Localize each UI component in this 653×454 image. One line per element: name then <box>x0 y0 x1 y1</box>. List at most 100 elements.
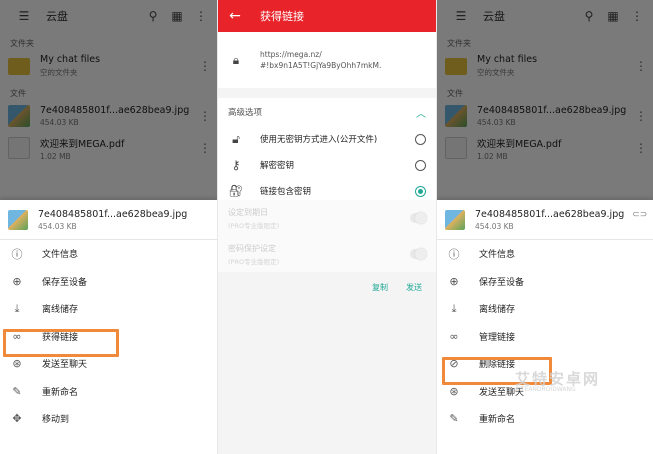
toggle-switch[interactable] <box>410 248 427 260</box>
page-title: 云盘 <box>46 10 68 23</box>
list-item[interactable]: My chat files 空的文件夹 ⋮ <box>0 50 217 82</box>
item-name: 欢迎来到MEGA.pdf <box>40 138 125 150</box>
link-display: 🔒︎ https://mega.nz/ #!bx9n1A5T!GjYa9ByOh… <box>218 32 436 88</box>
download-icon: ⊕ <box>449 274 459 288</box>
item-meta: 1.02 MB <box>477 151 508 161</box>
menu-item-label: 保存至设备 <box>479 277 525 288</box>
copy-button[interactable]: 复制 <box>372 282 388 293</box>
menu-item-manage-link[interactable]: ∞ 管理链接 <box>437 323 653 351</box>
info-icon: ⓘ <box>11 247 23 261</box>
image-thumbnail <box>445 209 465 230</box>
list-item[interactable]: 7e408485801f...ae628bea9.jpg⊂⊃ 454.03 KB… <box>437 100 653 132</box>
menu-item-offline[interactable]: ⤓ 离线储存 <box>0 295 217 323</box>
menu-item-save-to-device[interactable]: ⊕ 保存至设备 <box>0 268 217 296</box>
item-meta: 空的文件夹 <box>477 68 515 77</box>
item-name: 7e408485801f...ae628bea9.jpg⊂⊃ <box>477 105 635 116</box>
more-vert-icon[interactable]: ⋮ <box>629 8 645 24</box>
send-icon: ⊛ <box>449 384 459 398</box>
more-vert-icon[interactable]: ⋮ <box>199 141 211 155</box>
menu-item-info[interactable]: ⓘ 文件信息 <box>0 240 217 268</box>
file-list-background: ☰ 云盘 ⚲ ▦ ⋮ 文件夹 My chat files 空的文件夹 ⋮ 文件 … <box>437 0 653 200</box>
spacer <box>218 88 436 98</box>
sheet-file-name-text: 7e408485801f...ae628bea9.jpg <box>475 208 625 220</box>
item-name: 7e408485801f...ae628bea9.jpg <box>40 105 190 116</box>
list-item[interactable]: 欢迎来到MEGA.pdf 1.02 MB ⋮ <box>437 132 653 164</box>
advanced-options-header[interactable]: 高级选项 ︿ <box>218 98 436 126</box>
radio-button[interactable] <box>415 159 426 171</box>
advanced-options: 高级选项 ︿ 🔓︎ 使用无密钥方式进入(公开文件) ⚷ 解密密钥 🔐︎ 链接包含… <box>218 98 436 208</box>
menu-item-label: 移动到 <box>42 415 70 426</box>
menu-item-save-to-device[interactable]: ⊕ 保存至设备 <box>437 268 653 296</box>
info-icon: ⓘ <box>448 247 460 261</box>
grid-icon[interactable]: ▦ <box>605 8 621 24</box>
top-bar: ☰ 云盘 ⚲ ▦ ⋮ <box>0 0 217 32</box>
sheet-file-size: 454.03 KB <box>38 221 77 231</box>
image-thumbnail <box>8 209 28 230</box>
list-item[interactable]: My chat files 空的文件夹 ⋮ <box>437 50 653 82</box>
menu-icon[interactable]: ☰ <box>16 8 32 24</box>
menu-item-label: 获得链接 <box>42 332 79 343</box>
item-meta: 454.03 KB <box>40 118 79 127</box>
option-label: 使用无密钥方式进入(公开文件) <box>260 135 378 145</box>
unlink-icon: ⊘ <box>449 357 459 371</box>
more-vert-icon[interactable]: ⋮ <box>635 109 647 123</box>
section-folders: 文件夹 <box>10 39 34 48</box>
more-vert-icon[interactable]: ⋮ <box>199 59 211 73</box>
page-title: 云盘 <box>483 10 505 23</box>
menu-item-label: 离线储存 <box>479 305 516 316</box>
more-vert-icon[interactable]: ⋮ <box>199 109 211 123</box>
grid-icon[interactable]: ▦ <box>169 8 185 24</box>
menu-item-move[interactable]: ✥ 移动到 <box>0 405 217 433</box>
lock-icon: 🔒︎ <box>232 52 240 67</box>
page-title: 获得链接 <box>260 10 304 23</box>
menu-item-rename[interactable]: ✎ 重新命名 <box>0 378 217 406</box>
sheet-file-name: 7e408485801f...ae628bea9.jpg ⊂⊃ <box>475 209 647 220</box>
link-icon: ∞ <box>449 329 459 343</box>
folder-icon <box>445 55 467 77</box>
section-files: 文件 <box>10 89 26 98</box>
option-no-key[interactable]: 🔓︎ 使用无密钥方式进入(公开文件) <box>218 126 436 152</box>
item-name: 欢迎来到MEGA.pdf <box>477 138 562 150</box>
list-item[interactable]: 欢迎来到MEGA.pdf 1.02 MB ⋮ <box>0 132 217 164</box>
item-meta: 454.03 KB <box>477 118 516 127</box>
bottom-sheet: 7e408485801f...ae628bea9.jpg 454.03 KB ⓘ… <box>0 200 217 454</box>
more-vert-icon[interactable]: ⋮ <box>635 59 647 73</box>
menu-item-label: 重新命名 <box>479 415 516 426</box>
list-item[interactable]: 7e408485801f...ae628bea9.jpg 454.03 KB ⋮ <box>0 100 217 132</box>
lock-key-icon: 🔐︎ <box>228 184 244 198</box>
lock-icon: 🔓︎ <box>232 131 240 146</box>
rename-icon: ✎ <box>12 384 22 398</box>
pro-option-note: (PRO专业版限定) <box>228 257 280 266</box>
more-vert-icon[interactable]: ⋮ <box>193 8 209 24</box>
search-icon[interactable]: ⚲ <box>145 8 161 24</box>
item-meta: 1.02 MB <box>40 151 71 161</box>
toggle-switch[interactable] <box>410 212 427 224</box>
menu-item-get-link[interactable]: ∞ 获得链接 <box>0 323 217 351</box>
sheet-file-name: 7e408485801f...ae628bea9.jpg <box>38 208 188 220</box>
link-url-line2: #!bx9n1A5T!GjYa9ByOhh7mkM. <box>260 61 382 70</box>
send-button[interactable]: 发送 <box>406 282 422 293</box>
app-bar: ← 获得链接 <box>218 0 436 32</box>
option-decryption-key[interactable]: ⚷ 解密密钥 <box>218 152 436 178</box>
item-name: My chat files <box>477 54 538 65</box>
menu-item-send-to-chat[interactable]: ⊛ 发送至聊天 <box>0 350 217 378</box>
menu-item-label: 删除链接 <box>479 360 516 371</box>
image-thumbnail <box>445 105 467 127</box>
pro-option-note: (PRO专业版限定) <box>228 221 280 230</box>
pro-option-password: 密码保护设定 (PRO专业版限定) <box>218 236 436 272</box>
menu-item-info[interactable]: ⓘ 文件信息 <box>437 240 653 268</box>
pro-option-label: 设定到期日 <box>228 207 268 217</box>
search-icon[interactable]: ⚲ <box>581 8 597 24</box>
menu-item-rename[interactable]: ✎ 重新命名 <box>437 405 653 433</box>
item-name-text: 7e408485801f...ae628bea9.jpg <box>477 105 627 116</box>
radio-button[interactable] <box>415 133 426 145</box>
menu-item-offline[interactable]: ⤓ 离线储存 <box>437 295 653 323</box>
radio-button-selected[interactable] <box>415 185 426 197</box>
panel-get-link: ← 获得链接 🔒︎ https://mega.nz/ #!bx9n1A5T!Gj… <box>218 0 436 454</box>
pdf-thumbnail <box>8 137 30 159</box>
pdf-thumbnail <box>445 137 467 159</box>
back-arrow-icon[interactable]: ← <box>228 8 242 24</box>
pro-option-expiry: 设定到期日 (PRO专业版限定) <box>218 200 436 236</box>
more-vert-icon[interactable]: ⋮ <box>635 141 647 155</box>
menu-icon[interactable]: ☰ <box>453 8 469 24</box>
